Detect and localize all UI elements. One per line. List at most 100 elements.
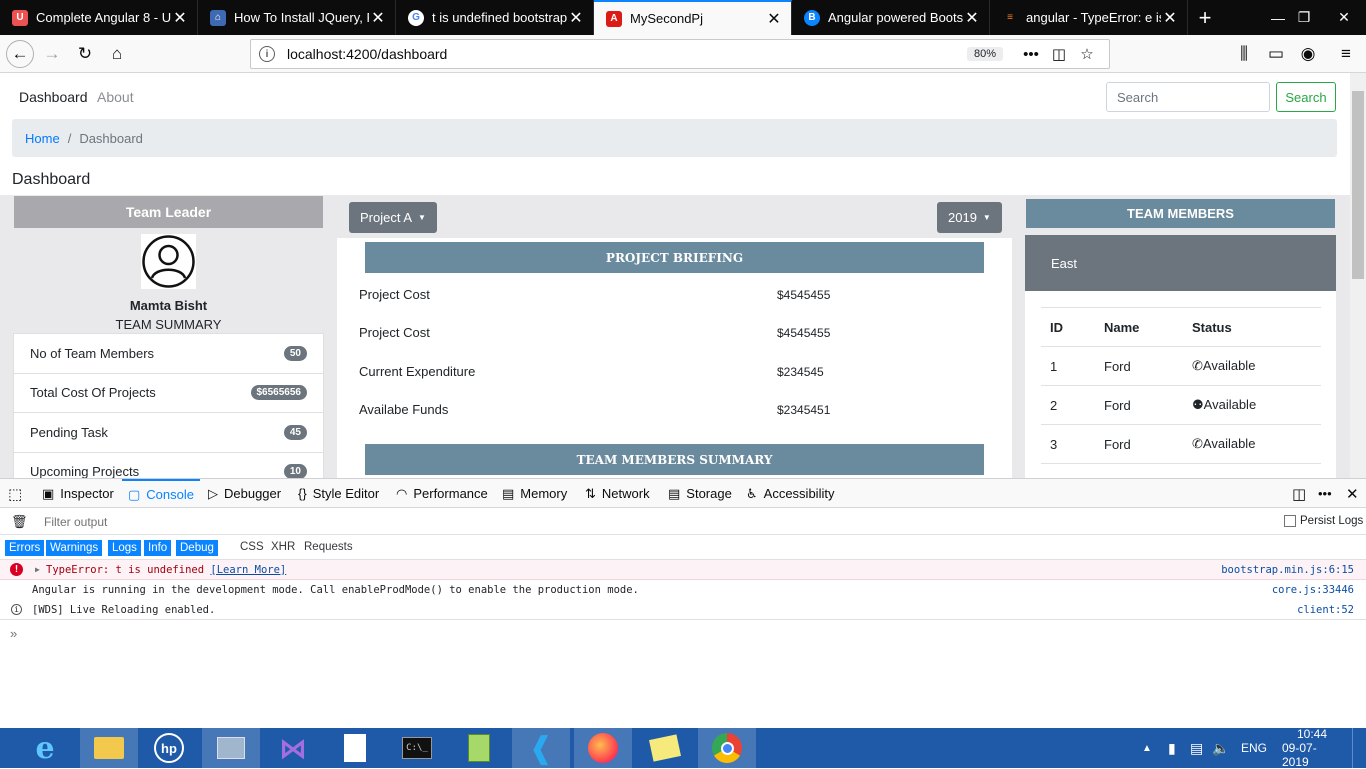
document-icon[interactable] [326, 728, 384, 768]
filter-xhr[interactable]: XHR [271, 541, 295, 553]
library-icon[interactable]: ⫼ [1230, 40, 1258, 68]
console-error-row[interactable]: ! ▶ TypeError: t is undefined [Learn Mor… [0, 560, 1366, 580]
dock-side-icon[interactable]: ◫ [1292, 479, 1306, 508]
browser-tab[interactable]: U Complete Angular 8 - Ultimate ✕ [0, 0, 198, 35]
log-source-link[interactable]: core.js:33446 [1272, 584, 1354, 596]
close-icon[interactable]: ✕ [171, 8, 189, 28]
close-icon[interactable]: ✕ [963, 8, 981, 28]
command-prompt-icon[interactable]: C:\_ [388, 728, 446, 768]
chrome-icon[interactable] [698, 728, 756, 768]
page-actions-icon[interactable]: ••• [1017, 46, 1045, 63]
log-source-link[interactable]: bootstrap.min.js:6:15 [1221, 564, 1354, 576]
new-tab-button[interactable]: + [1188, 0, 1222, 35]
filter-css[interactable]: CSS [240, 541, 264, 553]
notifications-icon[interactable] [1352, 728, 1366, 768]
caret-down-icon: ▼ [418, 213, 426, 222]
breadcrumb-home-link[interactable]: Home [25, 131, 60, 146]
console-icon: ▢ [128, 486, 141, 502]
zoom-indicator[interactable]: 80% [966, 47, 1003, 61]
task-manager-icon[interactable] [202, 728, 260, 768]
nav-link-about[interactable]: About [97, 89, 134, 105]
filter-info[interactable]: Info [144, 540, 172, 556]
browser-tab[interactable]: ≡ angular - TypeError: e is undefined ✕ [990, 0, 1188, 35]
close-icon[interactable]: ✕ [567, 8, 585, 28]
tab-style-editor[interactable]: {} Style Editor [298, 479, 379, 508]
devtools-menu-icon[interactable]: ••• [1318, 479, 1332, 508]
filter-logs[interactable]: Logs [108, 540, 141, 556]
persist-logs-checkbox[interactable] [1284, 515, 1296, 527]
menu-icon[interactable]: ≡ [1332, 40, 1360, 68]
filter-warnings[interactable]: Warnings [46, 540, 103, 556]
browser-tab[interactable]: ⌂ How To Install JQuery, Popper ✕ [198, 0, 396, 35]
tab-storage[interactable]: ▤ Storage [668, 479, 732, 508]
bookmark-star-icon[interactable]: ☆ [1073, 45, 1101, 63]
network-icon[interactable]: ▤ [1190, 728, 1203, 768]
tab-console[interactable]: ▢ Console [122, 479, 200, 508]
prompt-chevron-icon: » [10, 626, 18, 641]
filter-requests[interactable]: Requests [304, 541, 353, 553]
tab-debugger[interactable]: ▷ Debugger [208, 479, 281, 508]
year-dropdown[interactable]: 2019 ▼ [937, 202, 1002, 233]
scrollbar-thumb[interactable] [1352, 91, 1364, 279]
console-info-row: i [WDS] Live Reloading enabled. client:5… [0, 600, 1366, 620]
project-dropdown[interactable]: Project A ▼ [349, 202, 437, 233]
site-info-icon[interactable]: i [259, 46, 275, 62]
tab-memory[interactable]: ▤ Memory [502, 479, 567, 508]
language-indicator[interactable]: ENG [1241, 728, 1267, 768]
devtools-close-icon[interactable]: ✕ [1346, 479, 1359, 508]
tab-performance[interactable]: ◠ Performance [396, 479, 488, 508]
browser-tab[interactable]: B Angular powered Bootstrap ✕ [792, 0, 990, 35]
trash-icon[interactable]: 🗑 [11, 514, 28, 530]
browser-tab-active[interactable]: A MySecondPj ✕ [594, 0, 792, 35]
account-icon[interactable]: ◉ [1294, 40, 1322, 68]
hp-icon[interactable]: hp [140, 728, 198, 768]
team-members-heading: TEAM MEMBERS [1026, 199, 1335, 228]
ie-icon[interactable]: e [16, 728, 74, 768]
log-source-link[interactable]: client:52 [1297, 604, 1354, 616]
filter-errors[interactable]: Errors [5, 540, 45, 556]
sticky-notes-icon[interactable] [636, 728, 694, 768]
window-close-icon[interactable]: ✕ [1322, 0, 1366, 35]
element-picker-icon[interactable]: ⬚ [8, 479, 22, 508]
notepad-plus-plus-icon[interactable] [450, 728, 508, 768]
learn-more-link[interactable]: [Learn More] [210, 564, 286, 576]
search-button[interactable]: Search [1276, 82, 1336, 112]
file-explorer-icon[interactable] [80, 728, 138, 768]
pocket-icon[interactable]: ◫ [1045, 45, 1073, 63]
tab-inspector[interactable]: ▣ Inspector [42, 479, 114, 508]
clock[interactable]: 10:44 09-07-2019 [1282, 727, 1342, 769]
tab-accessibility[interactable]: ♿ Accessibility [746, 479, 834, 508]
visual-studio-icon[interactable]: ⋈ [264, 728, 322, 768]
url-text[interactable]: localhost:4200/dashboard [287, 46, 967, 62]
network-arrows-icon: ⇅ [585, 485, 596, 501]
tab-label: Memory [520, 486, 568, 501]
volume-icon[interactable]: 🔈 [1212, 728, 1229, 768]
expand-arrow-icon[interactable]: ▶ [35, 565, 40, 574]
browser-tab[interactable]: G t is undefined bootstrap 4 ✕ [396, 0, 594, 35]
close-icon[interactable]: ✕ [765, 9, 783, 29]
udemy-favicon-icon: U [12, 9, 28, 26]
restore-icon[interactable]: ❐ [1284, 0, 1324, 35]
close-icon[interactable]: ✕ [369, 8, 387, 28]
nav-link-dashboard[interactable]: Dashboard [19, 89, 88, 105]
sidebar-icon[interactable]: ▭ [1262, 40, 1290, 68]
filter-debug[interactable]: Debug [176, 540, 218, 556]
battery-icon[interactable]: ▮ [1168, 728, 1176, 768]
filter-output-input[interactable]: Filter output [44, 515, 107, 529]
home-button[interactable]: ⌂ [103, 40, 131, 68]
back-button[interactable]: ← [6, 40, 34, 68]
forward-button[interactable]: → [38, 40, 66, 68]
page-scrollbar[interactable] [1350, 73, 1366, 478]
firefox-icon[interactable] [574, 728, 632, 768]
show-hidden-icons-icon[interactable]: ▲ [1142, 728, 1152, 768]
accessibility-icon: ♿ [746, 485, 758, 501]
url-bar[interactable]: i localhost:4200/dashboard 80% ••• ◫ ☆ [250, 39, 1110, 69]
breadcrumb-current: Dashboard [79, 130, 143, 146]
vscode-icon[interactable]: ❰ [512, 728, 570, 768]
reload-button[interactable]: ↻ [71, 40, 99, 68]
memory-chip-icon: ▤ [502, 485, 515, 501]
tab-network[interactable]: ⇅ Network [585, 479, 650, 508]
console-input[interactable]: » [0, 621, 1366, 647]
close-icon[interactable]: ✕ [1161, 8, 1179, 28]
search-input[interactable]: Search [1106, 82, 1270, 112]
